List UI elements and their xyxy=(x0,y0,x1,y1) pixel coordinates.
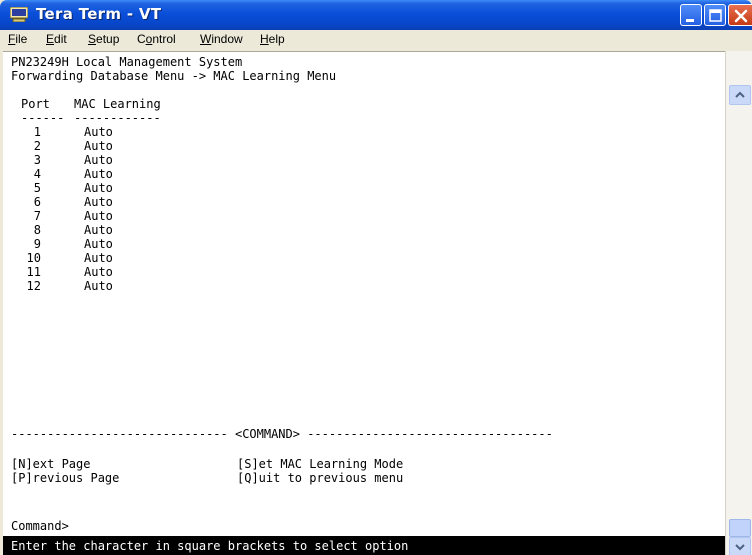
status-text: Enter the character in square brackets t… xyxy=(11,539,409,553)
minimize-button[interactable] xyxy=(680,4,702,26)
status-line: Enter the character in square brackets t… xyxy=(3,536,725,555)
menu-help[interactable]: Help xyxy=(260,32,285,46)
mac-learning-mode: Auto xyxy=(84,195,113,209)
mac-learning-mode: Auto xyxy=(84,265,113,279)
mac-learning-mode: Auto xyxy=(84,237,113,251)
column-header-port: Port xyxy=(21,97,50,111)
port-number: 3 xyxy=(33,153,41,167)
menu-control[interactable]: Control xyxy=(137,32,176,46)
next-page-option: [N]ext Page xyxy=(11,457,91,471)
column-header-mac-learning: MAC Learning xyxy=(74,97,161,111)
window-title: Tera Term - VT xyxy=(36,5,162,23)
mac-learning-mode: Auto xyxy=(84,209,113,223)
column-rule-port: ------ xyxy=(21,111,65,125)
menu-file[interactable]: File xyxy=(8,32,27,46)
previous-page-option: [P]revious Page xyxy=(11,471,120,485)
set-mac-learning-mode-option: [S]et MAC Learning Mode xyxy=(237,457,404,471)
menu-setup-mnemonic: S xyxy=(88,32,97,46)
title-bar[interactable]: Tera Term - VT xyxy=(0,0,752,30)
maximize-icon xyxy=(709,9,722,22)
scroll-down-button[interactable] xyxy=(729,537,751,555)
mac-learning-mode: Auto xyxy=(84,279,113,293)
menu-setup-label: etup xyxy=(96,32,120,46)
scroll-up-button[interactable] xyxy=(729,85,751,105)
menu-edit-label: dit xyxy=(54,32,67,46)
port-number: 5 xyxy=(33,181,41,195)
menu-window[interactable]: Window xyxy=(200,32,243,46)
mac-learning-mode: Auto xyxy=(84,167,113,181)
mac-learning-mode: Auto xyxy=(84,125,113,139)
port-number: 4 xyxy=(33,167,41,181)
quit-option: [Q]uit to previous menu xyxy=(237,471,404,485)
terminal-app-icon xyxy=(10,7,28,22)
vertical-scrollbar[interactable] xyxy=(725,51,752,555)
port-number: 9 xyxy=(33,237,41,251)
port-number: 11 xyxy=(26,265,41,279)
port-number: 12 xyxy=(26,279,41,293)
close-button[interactable] xyxy=(728,4,752,26)
mac-learning-mode: Auto xyxy=(84,251,113,265)
menu-edit-mnemonic: E xyxy=(46,32,55,46)
minimize-icon xyxy=(686,19,694,22)
command-divider: ------------------------------ <COMMAND>… xyxy=(11,427,553,441)
scroll-up-icon xyxy=(735,91,745,98)
menu-help-label: elp xyxy=(268,32,285,46)
port-number: 7 xyxy=(33,209,41,223)
port-number: 2 xyxy=(33,139,41,153)
menu-control-prefix: C xyxy=(137,32,146,46)
menu-bar: File Edit Setup Control Window Help xyxy=(3,30,752,50)
menu-edit[interactable]: Edit xyxy=(46,32,67,46)
tera-term-window: Tera Term - VT File Edit Setup Control W… xyxy=(0,0,752,555)
menu-window-mnemonic: W xyxy=(200,32,212,46)
maximize-button[interactable] xyxy=(704,4,726,26)
column-rule-mac-learning: ------------ xyxy=(74,111,161,125)
terminal-screen[interactable]: PN23249H Local Management System Forward… xyxy=(3,51,725,555)
mac-learning-mode: Auto xyxy=(84,139,113,153)
mac-learning-mode: Auto xyxy=(84,181,113,195)
menu-breadcrumb: Forwarding Database Menu -> MAC Learning… xyxy=(11,69,337,83)
port-number: 6 xyxy=(33,195,41,209)
mac-learning-mode: Auto xyxy=(84,223,113,237)
menu-setup[interactable]: Setup xyxy=(88,32,119,46)
port-number: 1 xyxy=(33,125,41,139)
port-number: 8 xyxy=(33,223,41,237)
menu-file-label: ile xyxy=(15,32,28,46)
port-number: 10 xyxy=(26,251,41,265)
scroll-down-icon xyxy=(735,544,745,551)
menu-control-label: ntrol xyxy=(152,32,176,46)
menu-help-mnemonic: H xyxy=(260,32,269,46)
system-title: PN23249H Local Management System xyxy=(11,55,243,69)
close-icon xyxy=(734,9,748,23)
scroll-thumb[interactable] xyxy=(729,519,751,537)
menu-window-label: indow xyxy=(211,32,243,46)
mac-learning-mode: Auto xyxy=(84,153,113,167)
command-prompt[interactable]: Command> xyxy=(11,519,69,533)
